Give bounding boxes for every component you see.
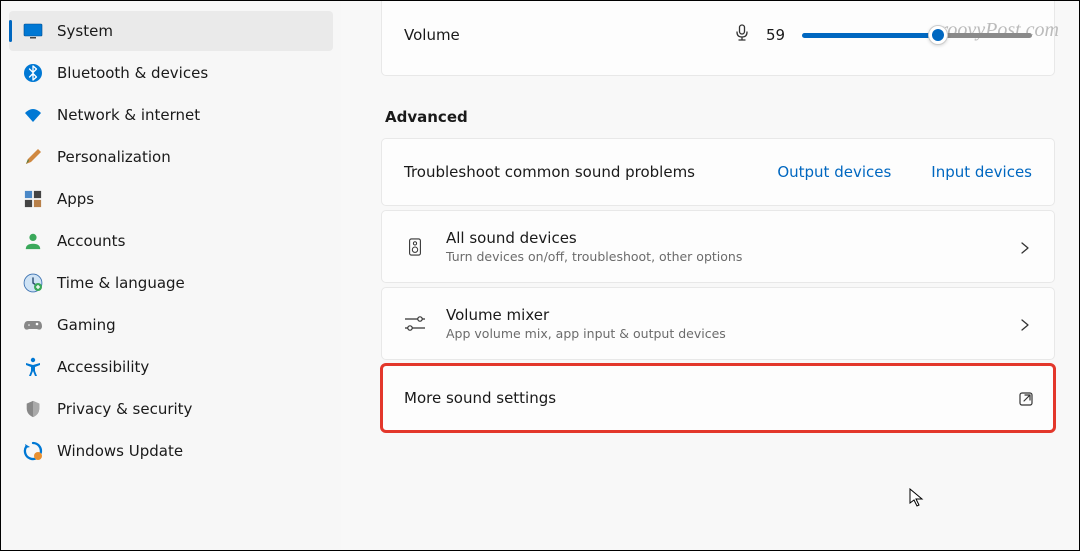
sidebar-item-network[interactable]: Network & internet [9,95,333,135]
watermark-text: groovyPost.com [930,19,1059,42]
volume-value: 59 [766,26,788,44]
sidebar-item-label: System [57,22,113,40]
speaker-device-icon [404,236,426,258]
volume-label: Volume [404,26,460,44]
sidebar-item-time-language[interactable]: Time & language [9,263,333,303]
clock-icon [23,273,43,293]
sidebar-item-label: Gaming [57,316,116,334]
sidebar-item-system[interactable]: System [9,11,333,51]
sidebar-item-label: Accounts [57,232,125,250]
microphone-icon[interactable] [732,23,752,47]
troubleshoot-card: Troubleshoot common sound problems Outpu… [381,138,1055,206]
mixer-title: Volume mixer [446,306,1008,324]
chevron-right-icon [1018,240,1032,254]
chevron-right-icon [1018,317,1032,331]
output-devices-link[interactable]: Output devices [777,163,891,181]
sidebar-item-bluetooth[interactable]: Bluetooth & devices [9,53,333,93]
shield-icon [23,399,43,419]
system-icon [23,21,43,41]
sidebar-item-windows-update[interactable]: Windows Update [9,431,333,471]
sidebar-item-apps[interactable]: Apps [9,179,333,219]
wifi-icon [23,105,43,125]
sidebar-item-accounts[interactable]: Accounts [9,221,333,261]
sidebar-item-label: Privacy & security [57,400,192,418]
sidebar-item-label: Apps [57,190,94,208]
accessibility-icon [23,357,43,377]
main-content: groovyPost.com Volume 59 Advanc [341,1,1079,550]
open-external-icon [1018,391,1032,405]
volume-slider-thumb[interactable] [928,25,948,45]
advanced-section-title: Advanced [385,108,1055,126]
sidebar-item-privacy[interactable]: Privacy & security [9,389,333,429]
person-icon [23,231,43,251]
sidebar-item-label: Network & internet [57,106,200,124]
sidebar-item-accessibility[interactable]: Accessibility [9,347,333,387]
apps-icon [23,189,43,209]
volume-mixer-row[interactable]: Volume mixer App volume mix, app input &… [381,287,1055,360]
mixer-icon [404,313,426,335]
sidebar-item-gaming[interactable]: Gaming [9,305,333,345]
gamepad-icon [23,315,43,335]
sidebar-item-personalization[interactable]: Personalization [9,137,333,177]
input-devices-link[interactable]: Input devices [931,163,1032,181]
brush-icon [23,147,43,167]
troubleshoot-label: Troubleshoot common sound problems [404,163,695,181]
update-icon [23,441,43,461]
mouse-cursor [909,488,927,510]
mixer-subtitle: App volume mix, app input & output devic… [446,326,1008,341]
more-sound-title: More sound settings [404,389,1008,407]
volume-slider[interactable] [802,33,1032,38]
all-devices-subtitle: Turn devices on/off, troubleshoot, other… [446,249,1008,264]
sidebar-item-label: Accessibility [57,358,149,376]
all-sound-devices-row[interactable]: All sound devices Turn devices on/off, t… [381,210,1055,283]
sidebar-item-label: Windows Update [57,442,183,460]
sidebar-item-label: Time & language [57,274,185,292]
sidebar-item-label: Personalization [57,148,171,166]
bluetooth-icon [23,63,43,83]
settings-sidebar: System Bluetooth & devices Network & int… [1,1,341,550]
all-devices-title: All sound devices [446,229,1008,247]
more-sound-settings-row[interactable]: More sound settings [381,364,1055,432]
sidebar-item-label: Bluetooth & devices [57,64,208,82]
